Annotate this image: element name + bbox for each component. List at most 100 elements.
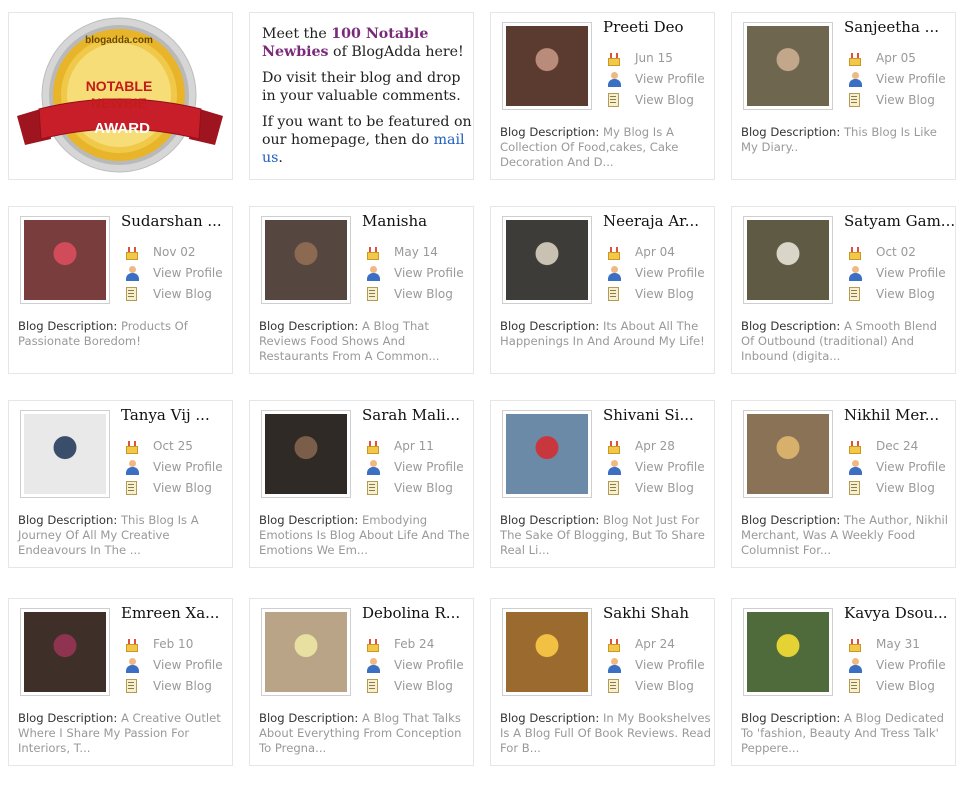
blog-page-icon: [125, 679, 139, 694]
view-profile-label[interactable]: View Profile: [635, 266, 705, 280]
view-blog-label[interactable]: View Blog: [876, 679, 935, 693]
cake-icon: [607, 245, 621, 260]
blogger-photo[interactable]: [743, 216, 833, 304]
cake-icon: [125, 637, 139, 652]
view-profile-label[interactable]: View Profile: [876, 266, 946, 280]
view-profile-label[interactable]: View Profile: [635, 72, 705, 86]
blogger-photo-image: [747, 414, 829, 494]
cake-icon: [848, 51, 862, 66]
blogger-name[interactable]: Satyam Gam...: [844, 212, 954, 230]
blog-description-label: Blog Description:: [500, 125, 603, 139]
notable-newbie-badge: blogadda.com NOTABLE NEWBIE AWARD: [17, 17, 223, 173]
blog-description-label: Blog Description:: [259, 319, 362, 333]
blog-page-icon: [607, 287, 621, 302]
view-profile-label[interactable]: View Profile: [876, 460, 946, 474]
blogger-name[interactable]: Kavya Dsou...: [844, 604, 954, 622]
view-profile-label[interactable]: View Profile: [394, 658, 464, 672]
view-profile-label[interactable]: View Profile: [635, 658, 705, 672]
blogger-date-text: Oct 25: [153, 439, 193, 453]
intro-paragraph-2: Do visit their blog and drop in your val…: [262, 70, 461, 104]
blog-description: Blog Description: Embodying Emotions Is …: [259, 513, 471, 558]
blogger-name[interactable]: Tanya Vij ...: [121, 406, 231, 424]
blogger-name[interactable]: Preeti Deo: [603, 18, 713, 36]
cake-icon: [125, 439, 139, 454]
blog-description-label: Blog Description:: [18, 513, 121, 527]
blogger-date-text: Apr 24: [635, 637, 675, 651]
blogger-photo[interactable]: [502, 608, 592, 696]
blogger-photo[interactable]: [261, 216, 351, 304]
blogger-name[interactable]: Shivani Si...: [603, 406, 713, 424]
blogger-name[interactable]: Sudarshan ...: [121, 212, 231, 230]
view-profile-label[interactable]: View Profile: [876, 72, 946, 86]
cake-icon: [607, 637, 621, 652]
view-blog-label[interactable]: View Blog: [635, 93, 694, 107]
view-blog-label[interactable]: View Blog: [153, 287, 212, 301]
blogger-photo-image: [506, 220, 588, 300]
blogger-photo[interactable]: [502, 216, 592, 304]
view-profile-label[interactable]: View Profile: [394, 266, 464, 280]
blogger-date-text: May 14: [394, 245, 438, 259]
award-badge-card: blogadda.com NOTABLE NEWBIE AWARD: [8, 12, 233, 180]
blogger-card: Tanya Vij ... Oct 25 View Profile View B…: [8, 400, 233, 568]
view-profile-label[interactable]: View Profile: [394, 460, 464, 474]
view-blog-label[interactable]: View Blog: [876, 287, 935, 301]
blogger-photo[interactable]: [743, 608, 833, 696]
blogger-photo[interactable]: [261, 410, 351, 498]
blog-page-icon: [848, 93, 862, 108]
blogger-photo[interactable]: [20, 410, 110, 498]
blogger-name[interactable]: Nikhil Mer...: [844, 406, 954, 424]
blogger-photo[interactable]: [743, 410, 833, 498]
view-blog-label[interactable]: View Blog: [876, 481, 935, 495]
view-blog-label[interactable]: View Blog: [635, 481, 694, 495]
blogger-photo-image: [265, 414, 347, 494]
blog-description-label: Blog Description:: [18, 319, 121, 333]
blogger-photo-image: [747, 26, 829, 106]
blogger-name[interactable]: Neeraja Ar...: [603, 212, 713, 230]
blogger-name[interactable]: Sakhi Shah: [603, 604, 713, 622]
user-icon: [848, 658, 862, 673]
view-blog-label[interactable]: View Blog: [394, 679, 453, 693]
blogger-card: Sudarshan ... Nov 02 View Profile View B…: [8, 206, 233, 374]
cake-icon: [125, 245, 139, 260]
badge-ribbon-text: AWARD: [94, 120, 150, 137]
blog-description: Blog Description: A Smooth Blend Of Outb…: [741, 319, 953, 364]
view-blog-label[interactable]: View Blog: [635, 679, 694, 693]
blog-description: Blog Description: This Blog Is Like My D…: [741, 125, 953, 155]
blogger-name[interactable]: Sarah Mali...: [362, 406, 472, 424]
view-blog-label[interactable]: View Blog: [635, 287, 694, 301]
blogger-name[interactable]: Emreen Xa...: [121, 604, 231, 622]
blog-description-label: Blog Description:: [259, 513, 362, 527]
blogger-photo[interactable]: [743, 22, 833, 110]
blog-description: Blog Description: A Blog That Reviews Fo…: [259, 319, 471, 364]
blogger-name[interactable]: Debolina R...: [362, 604, 472, 622]
view-blog-label[interactable]: View Blog: [153, 679, 212, 693]
blogger-photo[interactable]: [20, 216, 110, 304]
blogger-date-text: May 31: [876, 637, 920, 651]
cake-icon: [366, 245, 380, 260]
blogger-photo-image: [265, 612, 347, 692]
blog-page-icon: [125, 287, 139, 302]
blogger-photo[interactable]: [502, 410, 592, 498]
blog-description: Blog Description: A Blog Dedicated To 'f…: [741, 711, 953, 756]
blogger-photo[interactable]: [261, 608, 351, 696]
view-blog-label[interactable]: View Blog: [394, 287, 453, 301]
blogger-name[interactable]: Sanjeetha ...: [844, 18, 954, 36]
blog-page-icon: [607, 93, 621, 108]
blogger-photo[interactable]: [502, 22, 592, 110]
user-icon: [125, 658, 139, 673]
view-profile-label[interactable]: View Profile: [153, 266, 223, 280]
blogger-name[interactable]: Manisha: [362, 212, 472, 230]
view-profile-label[interactable]: View Profile: [635, 460, 705, 474]
view-blog-label[interactable]: View Blog: [876, 93, 935, 107]
blog-page-icon: [848, 679, 862, 694]
user-icon: [366, 460, 380, 475]
blog-page-icon: [125, 481, 139, 496]
blogger-photo[interactable]: [20, 608, 110, 696]
view-profile-label[interactable]: View Profile: [153, 658, 223, 672]
view-profile-label[interactable]: View Profile: [876, 658, 946, 672]
view-blog-label[interactable]: View Blog: [394, 481, 453, 495]
blog-description-label: Blog Description:: [259, 711, 362, 725]
blog-page-icon: [366, 481, 380, 496]
view-blog-label[interactable]: View Blog: [153, 481, 212, 495]
view-profile-label[interactable]: View Profile: [153, 460, 223, 474]
